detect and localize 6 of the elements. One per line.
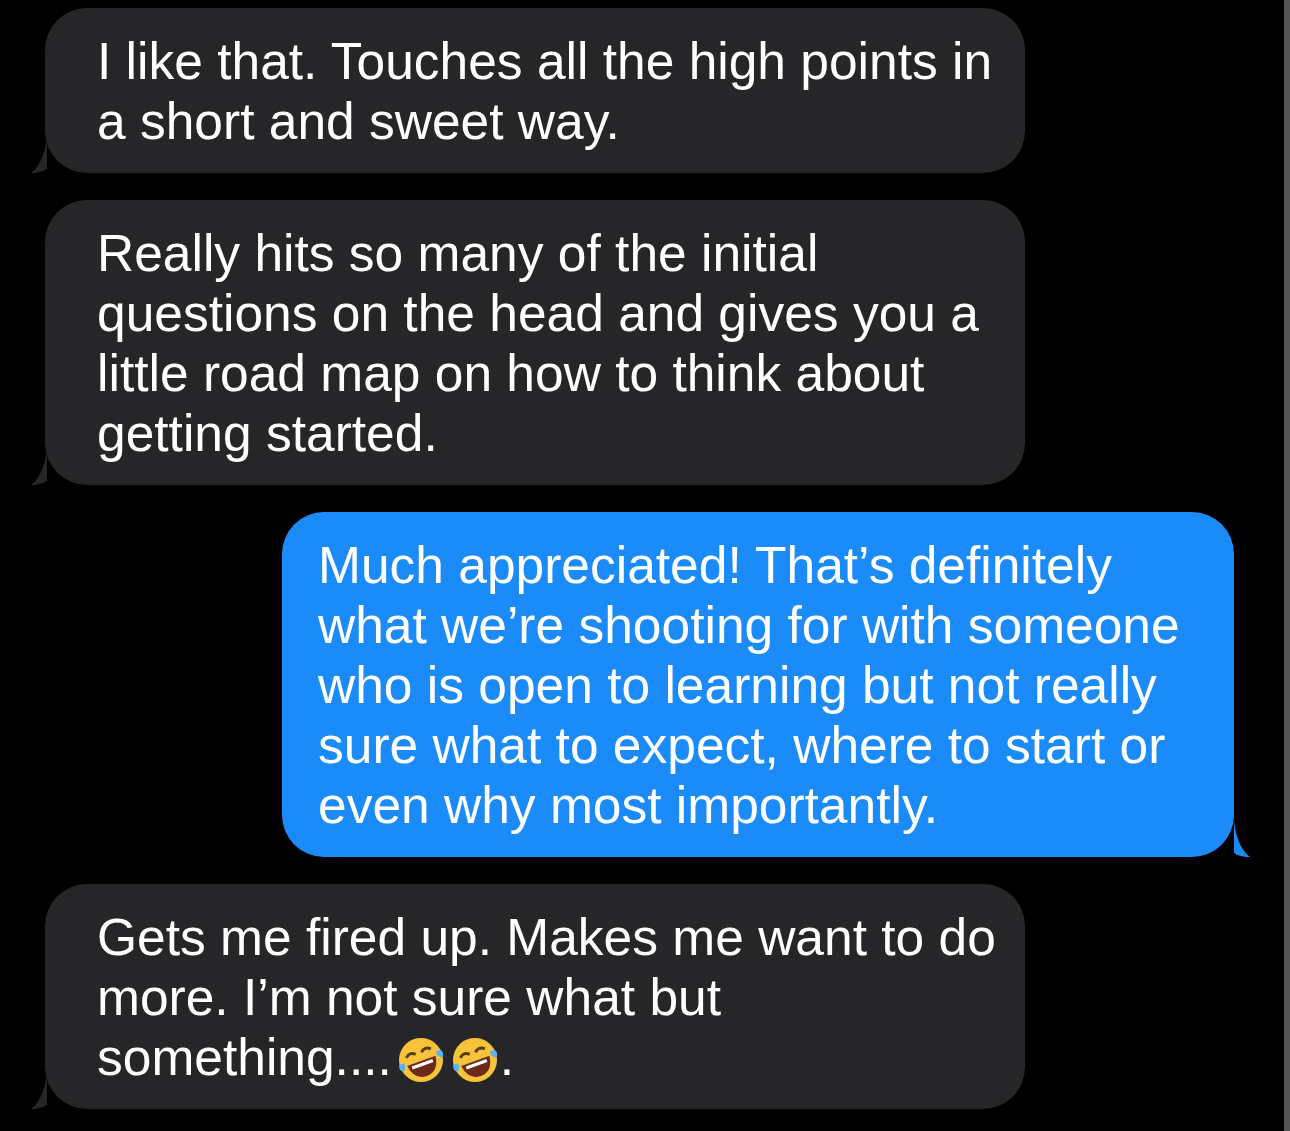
message-text: Really hits so many of the initial questions on the head and gives you a little road map on how to think about getting started.: [97, 223, 980, 463]
message-text: .: [499, 1028, 515, 1086]
bubble-tail: [1234, 821, 1250, 857]
message-text: Much appreciated! That’s definitely what we’re shooting for with someone who is open to learning but not really sure what to expect, where to start or even why most importantly.: [318, 535, 1181, 835]
message-text: I like that. Touches all the high points in a short and sweet way.: [97, 31, 994, 151]
message-text: something....: [97, 1028, 392, 1086]
